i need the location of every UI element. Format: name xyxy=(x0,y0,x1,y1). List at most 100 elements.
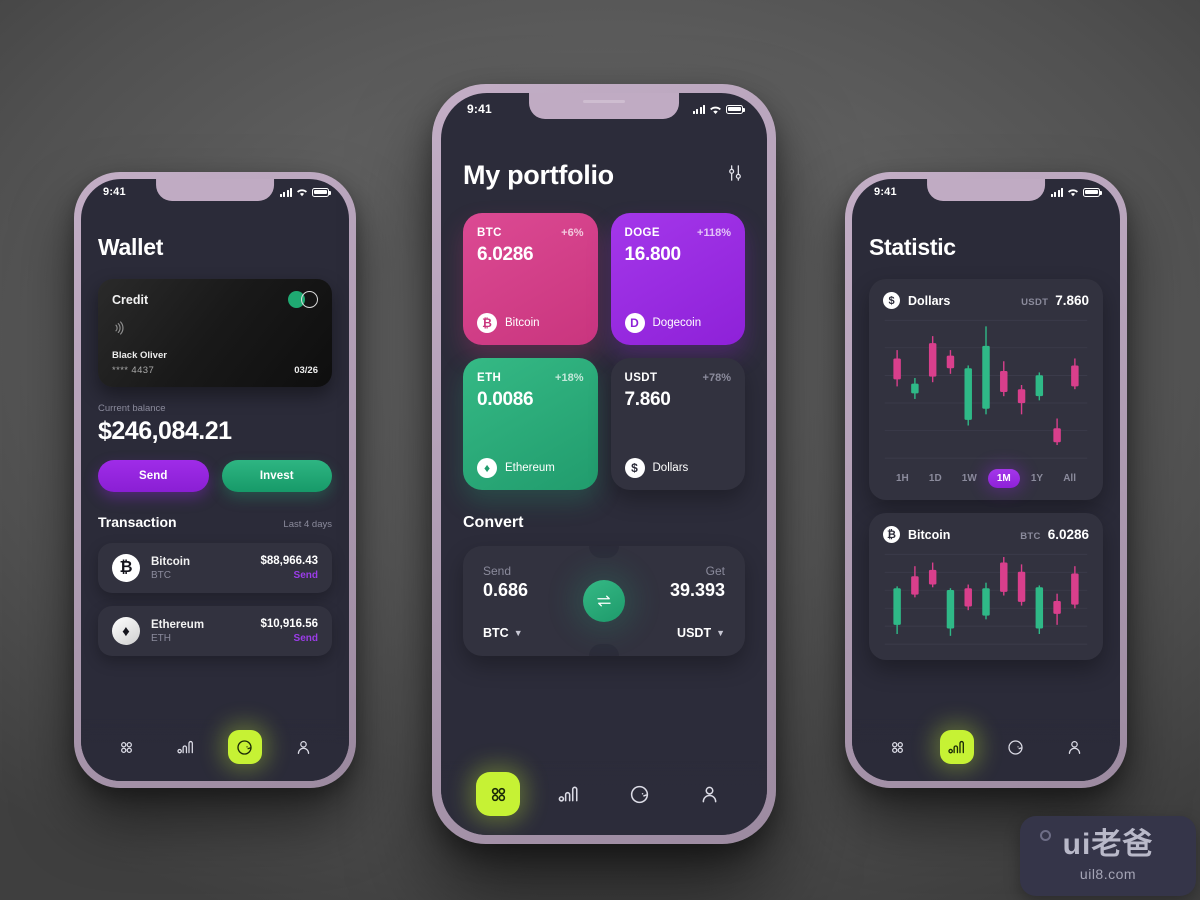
nav-item-grid[interactable] xyxy=(110,730,144,764)
range-1h[interactable]: 1H xyxy=(887,469,918,488)
dogecoin-icon: D xyxy=(624,313,645,333)
convert-send-value[interactable]: 0.686 xyxy=(483,580,584,601)
nav-item-stats[interactable] xyxy=(939,730,974,764)
transaction-header: Transaction Last 4 days xyxy=(98,514,332,530)
send-button[interactable]: Send xyxy=(98,460,209,492)
card-foot: D Dogecoin xyxy=(624,313,732,333)
convert-title: Convert xyxy=(463,514,524,531)
range-1y[interactable]: 1Y xyxy=(1022,469,1052,488)
transaction-row[interactable]: ♦ Ethereum ETH $10,916.56 Send xyxy=(98,606,332,656)
nav-item-grid[interactable] xyxy=(881,730,915,764)
watermark: ui老爸 uil8.com xyxy=(1020,816,1196,896)
status-time: 9:41 xyxy=(103,186,126,198)
nav-item-convert[interactable] xyxy=(999,730,1033,764)
bitcoin-icon: ₿ xyxy=(112,554,140,582)
ethereum-icon: ♦ xyxy=(112,617,140,645)
bitcoin-icon: ₿ xyxy=(477,313,497,333)
transaction-name: Bitcoin xyxy=(151,555,190,568)
range-1d[interactable]: 1D xyxy=(920,469,951,488)
portfolio-card-eth[interactable]: ETH +18% 0.0086 ♦ Ethereum xyxy=(463,358,598,490)
stat-card-header: $ Dollars USDT 7.860 xyxy=(883,292,1089,309)
card-change: +78% xyxy=(702,372,731,384)
stat-card-header: ₿ Bitcoin BTC 6.0286 xyxy=(883,526,1089,544)
card-symbol: ETH xyxy=(477,372,502,384)
candlestick-chart-bitcoin xyxy=(883,549,1089,649)
wallet-actions: Send Invest xyxy=(98,460,332,492)
convert-get-side: Get 39.393 USDT ▼ xyxy=(604,546,745,656)
card-change: +18% xyxy=(555,372,584,384)
range-1w[interactable]: 1W xyxy=(953,469,986,488)
credit-card-bottom: Black Oliver **** 4437 03/26 xyxy=(112,350,318,376)
cellular-signal-icon xyxy=(692,104,705,114)
credit-card-top: Credit xyxy=(112,291,318,308)
battery-icon xyxy=(726,104,745,114)
card-symbol: USDT xyxy=(624,372,658,384)
nav-item-convert[interactable] xyxy=(617,772,661,816)
chevron-down-icon: ▼ xyxy=(716,628,725,638)
battery-icon xyxy=(312,187,331,197)
transaction-row[interactable]: ₿ Bitcoin BTC $88,966.43 Send xyxy=(98,543,332,593)
transaction-info: Bitcoin BTC xyxy=(151,556,249,581)
dollar-icon: $ xyxy=(883,292,900,309)
nav-item-profile[interactable] xyxy=(1058,730,1092,764)
status-bar: 9:41 xyxy=(441,93,767,116)
range-all[interactable]: All xyxy=(1054,469,1085,488)
chevron-down-icon: ▼ xyxy=(513,628,523,638)
stat-card-dollars[interactable]: $ Dollars USDT 7.860 1H 1D 1W 1M 1Y All xyxy=(869,279,1103,501)
sliders-icon[interactable] xyxy=(725,163,745,188)
stat-card-name: Bitcoin xyxy=(908,527,951,542)
transaction-amount: $88,966.43 xyxy=(260,555,318,567)
portfolio-header: My portfolio xyxy=(463,160,745,191)
transaction-send-link[interactable]: Send xyxy=(260,570,318,581)
convert-send-currency: BTC xyxy=(483,626,509,640)
convert-send-label: Send xyxy=(483,564,512,578)
wifi-icon xyxy=(297,189,307,197)
wallet-header: Wallet xyxy=(98,234,332,261)
bottom-nav xyxy=(441,761,767,835)
credit-card[interactable]: Credit Black Oliver **** 4437 03/26 xyxy=(98,279,332,387)
portfolio-cards: BTC +6% 6.0286 ₿ Bitcoin DOGE +118% 16.8… xyxy=(463,213,745,490)
swap-button[interactable] xyxy=(583,580,625,622)
cellular-signal-icon xyxy=(279,187,292,197)
nav-item-stats[interactable] xyxy=(547,772,591,816)
wifi-icon xyxy=(710,106,721,114)
card-foot: ♦ Ethereum xyxy=(477,458,584,478)
card-symbol: DOGE xyxy=(624,227,660,239)
nav-item-profile[interactable] xyxy=(688,772,732,816)
page-title: Wallet xyxy=(98,234,164,260)
range-1m[interactable]: 1M xyxy=(987,469,1020,489)
transaction-ticker: BTC xyxy=(151,569,171,581)
watermark-logo: ui老爸 xyxy=(1062,828,1154,861)
card-holder-name: Black Oliver xyxy=(112,350,167,361)
convert-get-value[interactable]: 39.393 xyxy=(624,580,725,601)
invest-button[interactable]: Invest xyxy=(221,460,332,492)
convert-send-currency-select[interactable]: BTC ▼ xyxy=(483,626,584,640)
circle-icon xyxy=(1040,830,1051,841)
status-time: 9:41 xyxy=(874,186,897,198)
nav-item-profile[interactable] xyxy=(287,730,321,764)
card-name: Dogecoin xyxy=(652,317,702,329)
card-foot: $ Dollars xyxy=(624,458,732,478)
portfolio-card-usdt[interactable]: USDT +78% 7.860 $ Dollars xyxy=(610,358,745,490)
status-indicators xyxy=(279,187,331,197)
status-indicators xyxy=(692,104,745,115)
convert-get-currency-select[interactable]: USDT ▼ xyxy=(624,626,725,640)
transaction-name: Ethereum xyxy=(151,618,205,631)
nav-item-convert[interactable] xyxy=(227,730,262,764)
stat-card-bitcoin[interactable]: ₿ Bitcoin BTC 6.0286 xyxy=(869,513,1103,660)
balance-label: Current balance xyxy=(98,403,166,414)
swap-arrows-icon xyxy=(597,595,611,607)
nav-item-grid[interactable] xyxy=(476,772,521,816)
card-number: **** 4437 xyxy=(112,365,155,376)
card-value: 16.800 xyxy=(624,244,682,265)
portfolio-card-doge[interactable]: DOGE +118% 16.800 D Dogecoin xyxy=(610,213,745,345)
card-foot: ₿ Bitcoin xyxy=(477,313,584,333)
card-symbol: BTC xyxy=(477,227,502,239)
card-change: +6% xyxy=(561,227,584,239)
portfolio-card-btc[interactable]: BTC +6% 6.0286 ₿ Bitcoin xyxy=(463,213,598,345)
card-name: Bitcoin xyxy=(505,317,540,329)
nav-item-stats[interactable] xyxy=(169,730,203,764)
card-head: ETH +18% 0.0086 xyxy=(477,372,584,411)
transaction-send-link[interactable]: Send xyxy=(260,633,318,644)
card-head: USDT +78% 7.860 xyxy=(625,372,732,411)
